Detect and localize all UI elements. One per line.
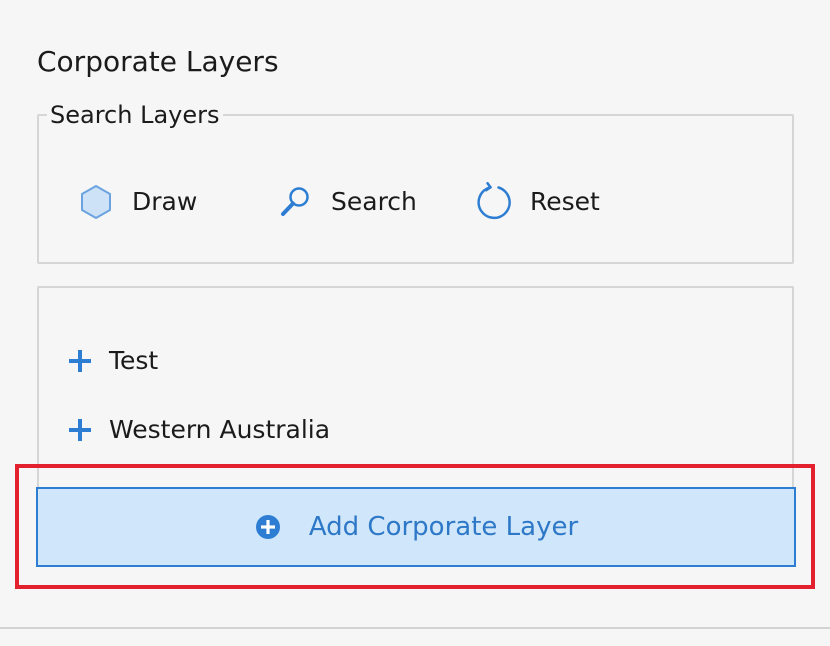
tree-item-western-australia[interactable]: Western Australia — [65, 410, 330, 450]
search-label: Search — [331, 187, 417, 216]
expand-plus-icon[interactable] — [65, 415, 95, 445]
magnifier-icon — [275, 182, 315, 222]
tree-item-label: Test — [109, 346, 159, 375]
add-circle-icon — [254, 513, 282, 541]
tree-item-test[interactable]: Test — [65, 341, 158, 381]
reset-button[interactable]: Reset — [474, 182, 600, 222]
draw-label: Draw — [132, 187, 198, 216]
search-layers-group: Search Layers Draw Search Reset — [37, 99, 794, 264]
bottom-divider — [0, 627, 830, 629]
panel-title: Corporate Layers — [37, 45, 279, 78]
add-corporate-layer-button[interactable]: Add Corporate Layer — [36, 487, 796, 567]
reset-label: Reset — [530, 187, 600, 216]
search-layers-legend: Search Layers — [47, 99, 223, 131]
expand-plus-icon[interactable] — [65, 346, 95, 376]
reset-icon — [474, 182, 514, 222]
search-button[interactable]: Search — [275, 182, 417, 222]
tree-item-label: Western Australia — [109, 415, 331, 444]
layer-tree: Test Western Australia — [37, 286, 794, 491]
add-corporate-layer-label: Add Corporate Layer — [308, 512, 579, 542]
draw-button[interactable]: Draw — [76, 182, 197, 222]
hexagon-icon — [76, 182, 116, 222]
